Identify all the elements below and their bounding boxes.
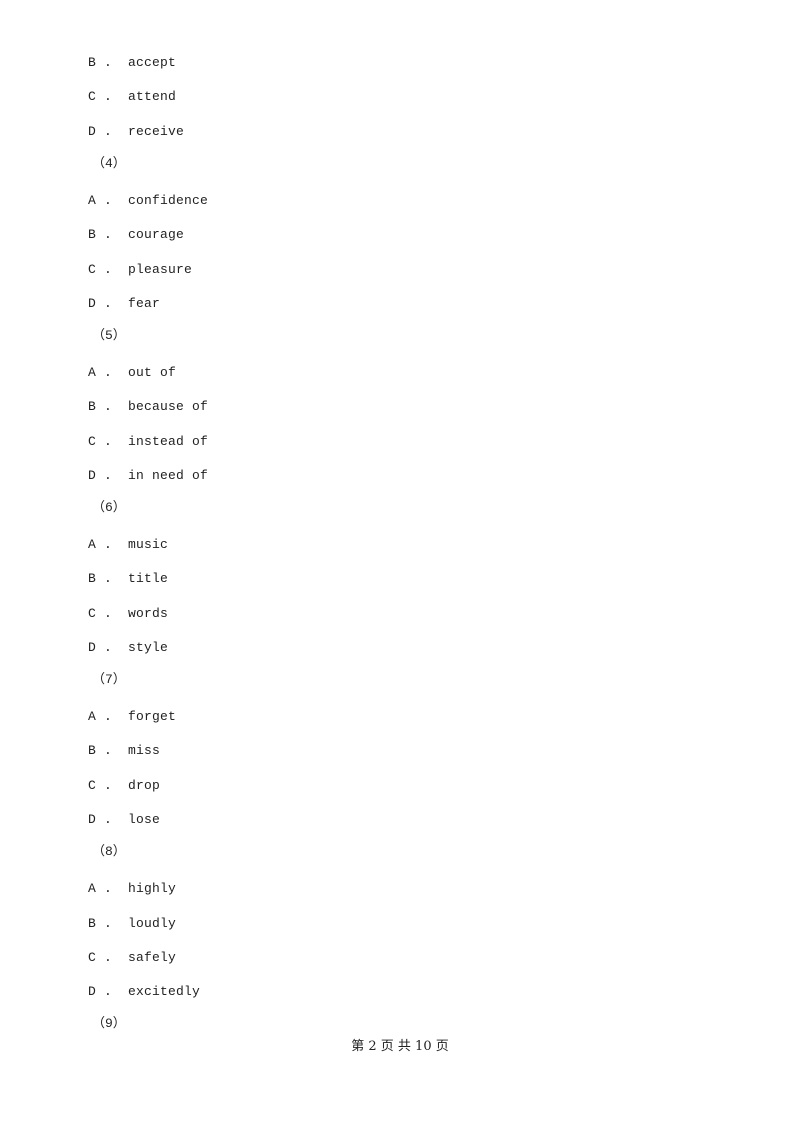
option-c: C . attend	[88, 89, 177, 105]
option-c: C . words	[88, 605, 169, 621]
option-d: D . receive	[88, 123, 185, 139]
option-c: C . safely	[88, 949, 177, 965]
option-c: C . pleasure	[88, 261, 193, 277]
option-b: B . miss	[88, 743, 161, 759]
option-b: B . because of	[88, 399, 209, 415]
option-b: B . accept	[88, 55, 177, 70]
option-d: D . in need of	[88, 468, 209, 483]
question-number: （5）	[92, 327, 126, 343]
page-footer: 第 2 页 共 10 页	[351, 1039, 449, 1054]
question-number: （6）	[92, 499, 126, 515]
option-a: A . highly	[88, 881, 177, 897]
question-number: （8）	[92, 844, 126, 860]
question-number: （7）	[92, 672, 126, 687]
option-a: A . forget	[88, 709, 177, 724]
option-d: D . excitedly	[88, 984, 201, 1000]
option-b: B . loudly	[88, 915, 177, 931]
option-b: B . title	[88, 571, 169, 587]
option-a: A . music	[88, 536, 169, 552]
option-a: A . confidence	[88, 192, 209, 208]
question-number: （9）	[92, 1016, 126, 1032]
option-c: C . drop	[88, 777, 161, 793]
question-number: （4）	[92, 155, 126, 171]
option-a: A . out of	[88, 364, 177, 380]
option-b: B . courage	[88, 227, 185, 243]
option-c: C . instead of	[88, 433, 209, 449]
option-d: D . lose	[88, 812, 161, 828]
option-d: D . fear	[88, 295, 161, 311]
document-page: B . accept C . attend D . receive （4） A . co…	[0, 0, 800, 1132]
option-d: D . style	[88, 640, 169, 656]
